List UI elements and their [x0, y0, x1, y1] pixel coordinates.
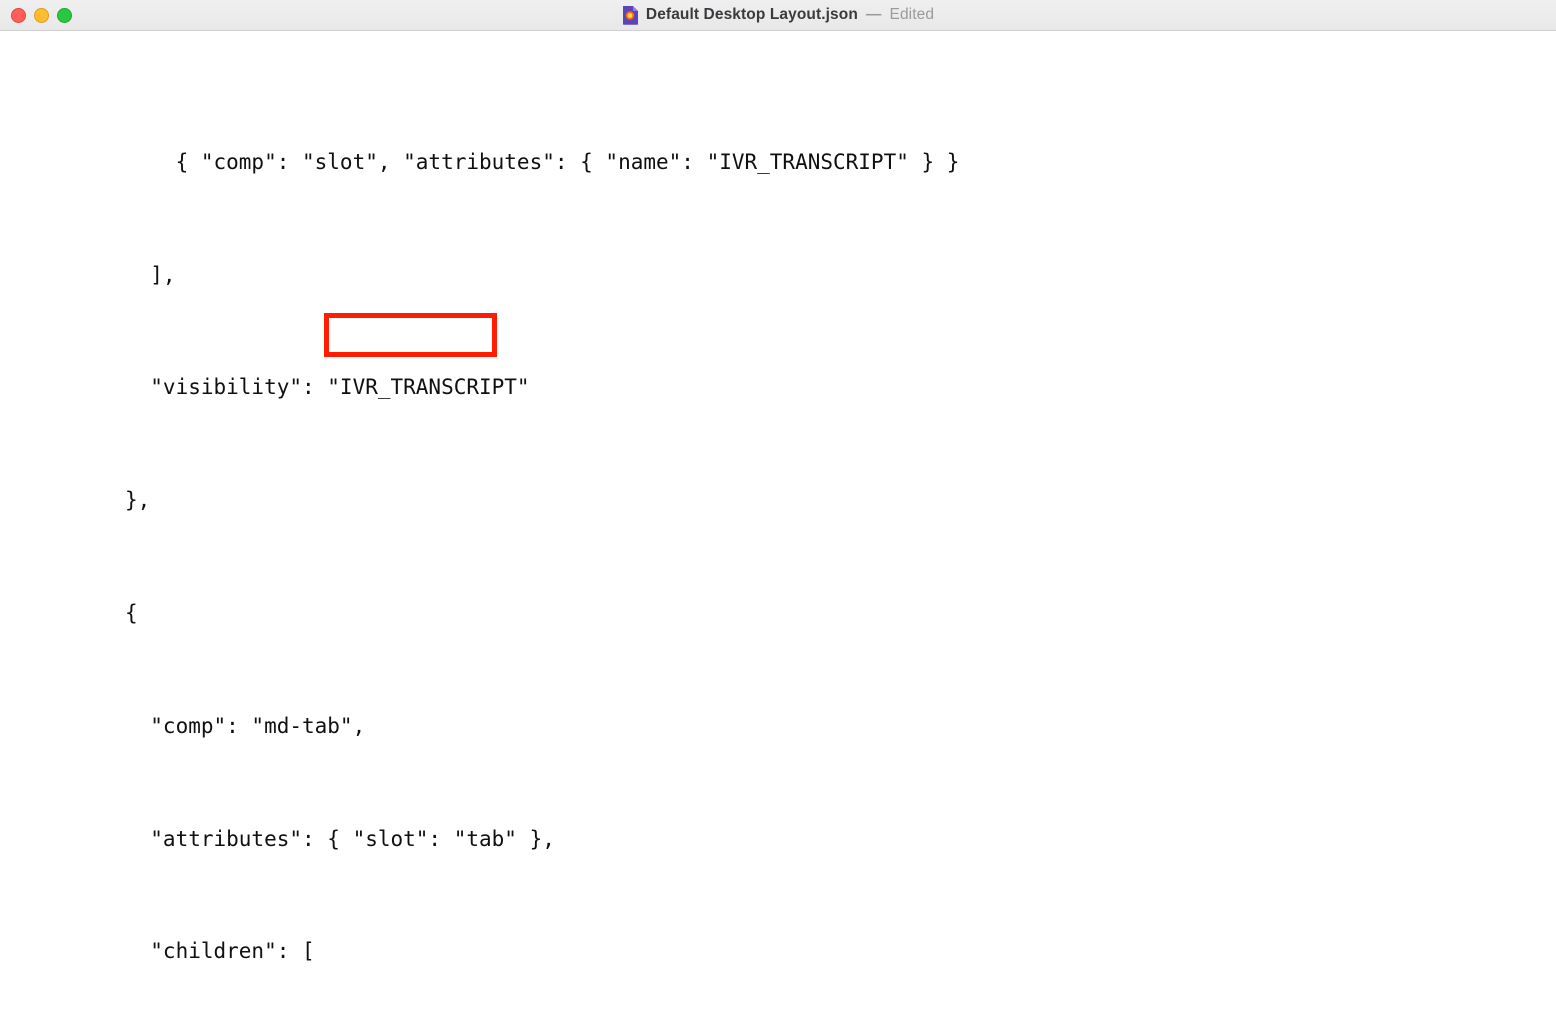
- code-line-text: "visibility": "IVR_TRANSCRIPT": [150, 375, 530, 400]
- code-line-text: { "comp": "slot", "attributes": { "name"…: [175, 149, 960, 174]
- window-titlebar: Default Desktop Layout.json — Edited: [0, 0, 1556, 31]
- close-window-button[interactable]: [11, 7, 26, 23]
- document-edited-status: Edited: [889, 6, 935, 23]
- code-line-text: "attributes": { "slot": "tab" },: [150, 826, 555, 851]
- json-document-icon: [622, 5, 639, 25]
- code-line: "visibility": "IVR_TRANSCRIPT": [100, 373, 1556, 401]
- code-line: ],: [100, 261, 1556, 289]
- code-line: "comp": "md-tab",: [100, 712, 1556, 740]
- window-title-group: Default Desktop Layout.json — Edited: [622, 5, 934, 25]
- code-line: },: [100, 486, 1556, 514]
- code-line: "children": [: [100, 937, 1556, 965]
- code-line-text: "comp": "md-tab",: [150, 713, 366, 738]
- maximize-window-button[interactable]: [57, 7, 72, 23]
- minimize-window-button[interactable]: [34, 7, 49, 23]
- code-line-text: ],: [150, 262, 176, 287]
- window-controls: [11, 0, 72, 30]
- window-title-text: Default Desktop Layout.json: [645, 6, 858, 23]
- code-line-text: {: [125, 601, 138, 625]
- json-code-block[interactable]: { "comp": "slot", "attributes": { "name"…: [0, 31, 1556, 1010]
- code-line: "attributes": { "slot": "tab" },: [100, 825, 1556, 853]
- code-line: {: [100, 599, 1556, 627]
- title-separator: —: [865, 6, 882, 23]
- text-editor-canvas[interactable]: { "comp": "slot", "attributes": { "name"…: [0, 31, 1556, 1010]
- code-line-text: "children": [: [150, 939, 315, 964]
- code-line: { "comp": "slot", "attributes": { "name"…: [100, 148, 1556, 176]
- code-line-text: },: [125, 488, 151, 513]
